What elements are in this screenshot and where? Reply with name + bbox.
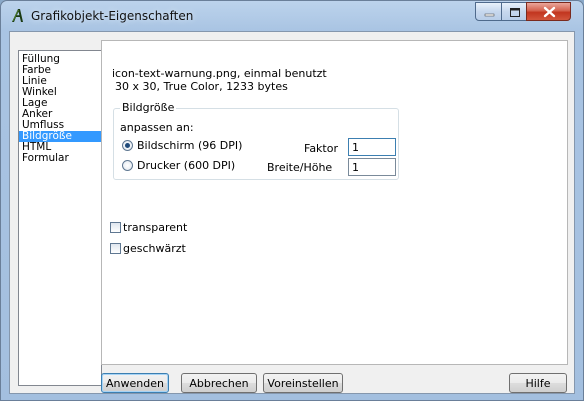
- dialog-window: Grafikobjekt-Eigenschaften Füllung Farbe…: [0, 0, 584, 401]
- factor-input[interactable]: [348, 138, 396, 156]
- radio-screen-option[interactable]: Bildschirm (96 DPI): [122, 139, 242, 153]
- preset-button[interactable]: Voreinstellen: [263, 373, 343, 393]
- dialog-client-area: Füllung Farbe Linie Winkel Lage Anker Um…: [9, 31, 575, 394]
- radio-screen[interactable]: [122, 140, 133, 151]
- image-file-info: 30 x 30, True Color, 1233 bytes: [115, 80, 288, 93]
- blackened-checkbox[interactable]: [110, 243, 121, 254]
- close-icon: [543, 6, 556, 18]
- category-item-formular[interactable]: Formular: [19, 153, 101, 164]
- width-height-label: Breite/Höhe: [267, 161, 333, 174]
- image-size-group-title: Bildgröße: [120, 101, 177, 114]
- cancel-button[interactable]: Abbrechen: [181, 373, 257, 393]
- radio-printer-label: Drucker (600 DPI): [137, 159, 236, 172]
- minimize-icon: [484, 13, 495, 17]
- width-height-input[interactable]: [348, 158, 396, 176]
- image-size-group: Bildgröße anpassen an: Bildschirm (96 DP…: [113, 101, 399, 180]
- radio-printer[interactable]: [122, 160, 133, 171]
- transparent-checkbox[interactable]: [110, 222, 121, 233]
- radio-printer-option[interactable]: Drucker (600 DPI): [122, 159, 235, 173]
- blackened-option[interactable]: geschwärzt: [110, 242, 186, 255]
- transparent-label: transparent: [123, 221, 188, 234]
- grafik-a-icon: [12, 9, 23, 22]
- radio-screen-label: Bildschirm (96 DPI): [137, 139, 243, 152]
- background-title-smear: [231, 4, 381, 16]
- properties-panel: icon-text-warnung.png, einmal benutzt 30…: [101, 40, 568, 365]
- maximize-icon: [510, 8, 520, 17]
- apply-button[interactable]: Anwenden: [101, 373, 169, 393]
- close-button[interactable]: [526, 2, 571, 21]
- category-list[interactable]: Füllung Farbe Linie Winkel Lage Anker Um…: [18, 50, 102, 386]
- factor-label: Faktor: [304, 142, 338, 155]
- transparent-option[interactable]: transparent: [110, 221, 187, 234]
- help-button[interactable]: Hilfe: [509, 373, 567, 393]
- maximize-button[interactable]: [501, 2, 527, 21]
- image-file-name: icon-text-warnung.png, einmal benutzt: [112, 67, 327, 80]
- minimize-button[interactable]: [475, 2, 502, 21]
- blackened-label: geschwärzt: [123, 242, 186, 255]
- title-bar[interactable]: Grafikobjekt-Eigenschaften: [1, 1, 583, 31]
- window-title: Grafikobjekt-Eigenschaften: [31, 9, 194, 23]
- adapt-to-label: anpassen an:: [120, 121, 194, 134]
